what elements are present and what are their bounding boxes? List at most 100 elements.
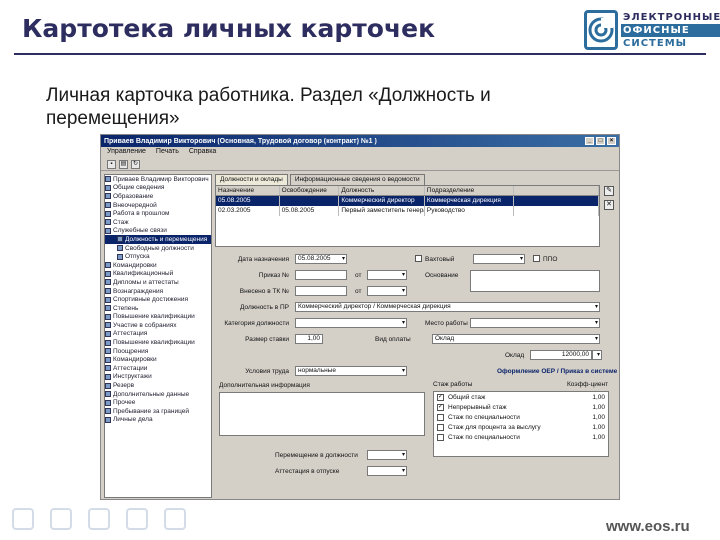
tree-item[interactable]: Участие в собраниях [105, 321, 211, 330]
refresh-icon[interactable]: ↻ [131, 160, 140, 169]
conditions-select[interactable]: нормальные [295, 366, 407, 376]
column-header-department[interactable]: Подразделение [425, 186, 515, 195]
save-icon[interactable]: ▪ [107, 160, 116, 169]
tree-item[interactable]: Повышение квалификации [105, 313, 211, 322]
tree-item-label: Прочее [113, 399, 136, 407]
table-row[interactable]: 02.03.2005 05.08.2005 Первый заместитель… [216, 206, 599, 216]
rate-field[interactable]: 1,00 [295, 334, 323, 344]
tree-item[interactable]: Стаж [105, 218, 211, 227]
tree-item[interactable]: Степень [105, 304, 211, 313]
tree-item[interactable]: Дополнительные данные [105, 390, 211, 399]
table-row[interactable]: 05.08.2005 Коммерческий директор Коммерч… [216, 196, 599, 206]
tree-item[interactable]: Прочее [105, 398, 211, 407]
close-button[interactable]: × [607, 137, 616, 145]
tree-item[interactable]: Аттестации [105, 364, 211, 373]
tree-item[interactable]: Спортивные достижения [105, 295, 211, 304]
folder-icon [105, 356, 111, 363]
grid-title: Стаж работы [433, 381, 473, 388]
tree-item[interactable]: Повышение квалификации [105, 338, 211, 347]
grid-row-name: Стаж для процента за выслугу [448, 423, 541, 431]
tree-item[interactable]: Образование [105, 192, 211, 201]
tree-item-label: Квалификационный [113, 270, 174, 278]
print-icon[interactable]: ▤ [119, 160, 128, 169]
tree-item[interactable]: Командировки [105, 355, 211, 364]
grid-row[interactable]: Стаж для процента за выслугу 1,00 [434, 422, 608, 432]
content-pane: Должности и оклады Информационные сведен… [215, 174, 618, 498]
tree-item[interactable]: Общие сведения [105, 184, 211, 193]
grid-checkbox[interactable]: ✓ [437, 393, 444, 401]
grid-checkbox[interactable] [437, 413, 444, 421]
tree-item[interactable]: Работа в прошлом [105, 209, 211, 218]
tree-item[interactable]: Командировки [105, 261, 211, 270]
tree-item[interactable]: Пребывание за границей [105, 407, 211, 416]
order-date-field[interactable] [367, 270, 407, 280]
menu-item-help[interactable]: Справка [189, 148, 216, 157]
reason-field[interactable] [470, 270, 600, 292]
position-field[interactable]: Коммерческий директор / Коммерческая дир… [295, 302, 600, 312]
tree-item[interactable]: Аттестация [105, 330, 211, 339]
maximize-button[interactable]: □ [596, 137, 605, 145]
app-window: Приваев Владимир Викторович (Основная, Т… [100, 134, 620, 500]
tree-item[interactable]: Свободные должности [105, 244, 211, 253]
minimize-button[interactable]: _ [585, 137, 594, 145]
grid-row[interactable]: Стаж по специальности 1,00 [434, 412, 608, 422]
ppo-checkbox[interactable] [533, 255, 540, 262]
folder-icon [105, 262, 111, 269]
cell-position: Первый заместитель генерального [341, 206, 425, 216]
tree-item[interactable]: Служебные связи [105, 227, 211, 236]
shift-checkbox[interactable] [415, 255, 422, 262]
tree-item-label: Образование [113, 192, 154, 200]
order-link[interactable]: Оформление ОЕР / Приказ в системе [497, 368, 617, 375]
tree-item[interactable]: Поощрения [105, 347, 211, 356]
menu-item-manage[interactable]: Управление [107, 148, 146, 157]
tree-item[interactable]: Вознаграждения [105, 287, 211, 296]
footer-url[interactable]: www.eos.ru [606, 518, 690, 535]
folder-icon [105, 270, 111, 277]
date-field[interactable]: 05.08.2005 [295, 254, 347, 264]
tree-item[interactable]: Должность и перемещения [105, 235, 211, 244]
folder-icon [105, 219, 111, 226]
leave-label: Аттестация в отпуске [275, 468, 340, 475]
tree-item[interactable]: Приваев Владимир Викторович [105, 175, 211, 184]
column-header-position[interactable]: Должность [339, 186, 425, 195]
move-select[interactable] [367, 450, 407, 460]
leave-select[interactable] [367, 466, 407, 476]
positions-table: Назначение Освобождение Должность Подраз… [215, 185, 600, 247]
tree-item-label: Спортивные достижения [113, 296, 189, 304]
grid-checkbox[interactable]: ✓ [437, 403, 444, 411]
salary-group-select[interactable]: Оклад [432, 334, 600, 344]
edit-icon[interactable]: ✎ [604, 186, 614, 196]
shift-select[interactable] [473, 254, 525, 264]
tree-item[interactable]: Инструктажи [105, 373, 211, 382]
entry-number-field[interactable] [295, 286, 347, 296]
column-header-start[interactable]: Назначение [216, 186, 280, 195]
order-number-field[interactable] [295, 270, 347, 280]
menu-item-print[interactable]: Печать [156, 148, 179, 157]
column-header-end[interactable]: Освобождение [280, 186, 340, 195]
salary-dropdown[interactable] [592, 350, 602, 360]
salary-field[interactable]: 12000,00 [530, 350, 592, 360]
tree-item-label: Участие в собраниях [113, 321, 177, 329]
tree-item[interactable]: Дипломы и аттестаты [105, 278, 211, 287]
tree-item[interactable]: Личные дела [105, 416, 211, 425]
tree-item[interactable]: Квалификационный [105, 270, 211, 279]
tab-positions[interactable]: Должности и оклады [215, 174, 288, 185]
ppo-label: ППО [543, 256, 558, 263]
grid-row[interactable]: ✓ Общий стаж 1,00 [434, 392, 608, 402]
addinfo-field[interactable] [219, 392, 425, 436]
place-select[interactable] [470, 318, 600, 328]
tab-info[interactable]: Информационные сведения о ведомости [289, 174, 425, 185]
category-select[interactable] [295, 318, 407, 328]
tree-item-label: Работа в прошлом [113, 210, 170, 218]
grid-checkbox[interactable] [437, 423, 444, 431]
tree-item[interactable]: Отпуска [105, 252, 211, 261]
tree-item[interactable]: Внеочередной [105, 201, 211, 210]
grid-row[interactable]: Стаж по специальности 1,00 [434, 432, 608, 442]
entry-date-field[interactable] [367, 286, 407, 296]
delete-icon[interactable]: ✕ [604, 200, 614, 210]
grid-row[interactable]: ✓ Непрерывный стаж 1,00 [434, 402, 608, 412]
company-logo: ЭЛЕКТРОННЫЕ ОФИСНЫЕ СИСТЕМЫ [584, 9, 720, 51]
tree-item[interactable]: Резерв [105, 381, 211, 390]
grid-checkbox[interactable] [437, 433, 444, 441]
logo-line-1: ЭЛЕКТРОННЫЕ [623, 11, 720, 23]
